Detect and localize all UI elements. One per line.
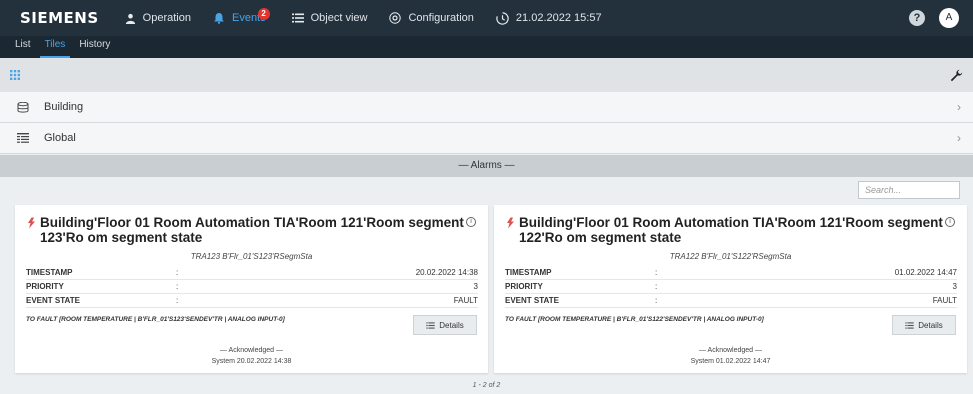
field-key: EVENT STATE — [505, 296, 559, 305]
pagination-info: 1 - 2 of 2 — [472, 382, 501, 389]
details-button-label: Details — [918, 320, 943, 330]
user-avatar[interactable]: A — [939, 8, 959, 28]
search-input[interactable] — [858, 181, 960, 199]
nav-configuration-label: Configuration — [408, 12, 474, 24]
nav-operation-label: Operation — [142, 12, 191, 24]
alarm-title: Building'Floor 01 Room Automation TIA'Ro… — [505, 215, 945, 245]
ack-by: System 20.02.2022 14:38 — [211, 358, 292, 365]
field-sep: : — [176, 282, 179, 291]
table-icon — [17, 133, 29, 143]
ack-label: — Acknowledged — — [219, 347, 284, 354]
list-icon — [905, 321, 914, 329]
tab-list[interactable]: List — [10, 39, 36, 58]
nav-operation[interactable]: Operation — [125, 12, 191, 24]
chevron-right-icon: › — [957, 131, 961, 145]
tab-tiles[interactable]: Tiles — [39, 39, 71, 58]
tree-row-building[interactable]: Building › — [0, 92, 973, 123]
field-timestamp: TIMESTAMP : 01.02.2022 14:47 — [505, 266, 957, 280]
nav-object-view-label: Object view — [310, 12, 368, 24]
grid-icon[interactable] — [10, 70, 20, 80]
acknowledged-info: — Acknowledged — System 01.02.2022 14:47 — [494, 345, 967, 367]
ack-label: — Acknowledged — — [698, 347, 763, 354]
info-icon[interactable]: i — [945, 217, 955, 227]
current-datetime: 21.02.2022 15:57 — [515, 12, 602, 24]
alarm-designation: TRA123 B'Flr_01'S123'RSegmSta — [190, 252, 313, 261]
list-icon — [426, 321, 435, 329]
field-sep: : — [176, 296, 179, 305]
field-value: 20.02.2022 14:38 — [415, 268, 478, 277]
field-key: TIMESTAMP — [505, 268, 552, 277]
acknowledged-info: — Acknowledged — System 20.02.2022 14:38 — [15, 345, 488, 367]
person-icon — [125, 13, 135, 24]
field-priority: PRIORITY : 3 — [505, 280, 957, 294]
alarm-title: Building'Floor 01 Room Automation TIA'Ro… — [26, 215, 466, 245]
tree-row-label: Global — [44, 132, 76, 144]
field-value: FAULT — [932, 296, 957, 305]
field-priority: PRIORITY : 3 — [26, 280, 478, 294]
field-value: 3 — [473, 282, 478, 291]
stack-icon — [17, 101, 29, 113]
tree-row-global[interactable]: Global › — [0, 123, 973, 154]
details-button[interactable]: Details — [413, 315, 477, 335]
tab-history[interactable]: History — [74, 39, 115, 58]
nav-datetime[interactable]: 21.02.2022 15:57 — [496, 11, 602, 25]
field-sep: : — [655, 268, 658, 277]
list-icon — [291, 13, 304, 23]
alarms-header: — Alarms — — [0, 155, 973, 177]
field-key: PRIORITY — [505, 282, 543, 291]
top-bar: SIEMENS Operation Events 2 Object view C… — [0, 0, 973, 36]
field-value: FAULT — [453, 296, 478, 305]
field-value: 01.02.2022 14:47 — [894, 268, 957, 277]
alarm-card[interactable]: Building'Floor 01 Room Automation TIA'Ro… — [15, 205, 488, 373]
alarm-message: TO FAULT [ROOM TEMPERATURE | B'FLR_01'S1… — [505, 316, 764, 323]
alarm-title-text: Building'Floor 01 Room Automation TIA'Ro… — [519, 215, 943, 245]
alarm-title-text: Building'Floor 01 Room Automation TIA'Ro… — [40, 215, 464, 245]
toolbar — [0, 58, 973, 92]
field-timestamp: TIMESTAMP : 20.02.2022 14:38 — [26, 266, 478, 280]
alarm-fault-icon — [28, 217, 35, 229]
info-icon[interactable]: i — [466, 217, 476, 227]
field-key: TIMESTAMP — [26, 268, 73, 277]
view-tabs: List Tiles History — [0, 36, 973, 58]
siemens-logo[interactable]: SIEMENS — [20, 9, 99, 27]
field-sep: : — [655, 296, 658, 305]
field-value: 3 — [952, 282, 957, 291]
field-key: PRIORITY — [26, 282, 64, 291]
alarm-card[interactable]: Building'Floor 01 Room Automation TIA'Ro… — [494, 205, 967, 373]
field-sep: : — [176, 268, 179, 277]
alarm-message: TO FAULT [ROOM TEMPERATURE | B'FLR_01'S1… — [26, 316, 285, 323]
nav-object-view[interactable]: Object view — [291, 12, 368, 24]
gear-circle-icon — [389, 12, 402, 24]
clock-icon — [496, 11, 509, 25]
wrench-icon[interactable] — [950, 69, 963, 82]
field-event-state: EVENT STATE : FAULT — [505, 294, 957, 308]
help-icon[interactable]: ? — [909, 10, 925, 26]
details-button[interactable]: Details — [892, 315, 956, 335]
bell-icon — [213, 13, 224, 24]
field-key: EVENT STATE — [26, 296, 80, 305]
nav-events[interactable]: Events 2 — [213, 8, 270, 24]
field-event-state: EVENT STATE : FAULT — [26, 294, 478, 308]
chevron-right-icon: › — [957, 100, 961, 114]
details-button-label: Details — [439, 320, 464, 330]
events-count-badge: 2 — [257, 8, 270, 20]
alarm-fault-icon — [507, 217, 514, 229]
ack-by: System 01.02.2022 14:47 — [690, 358, 771, 365]
field-sep: : — [655, 282, 658, 291]
topbar-right: ? A — [909, 8, 959, 28]
tree-row-label: Building — [44, 101, 84, 113]
alarm-designation: TRA122 B'Flr_01'S122'RSegmSta — [669, 252, 792, 261]
nav-configuration[interactable]: Configuration — [389, 12, 474, 24]
